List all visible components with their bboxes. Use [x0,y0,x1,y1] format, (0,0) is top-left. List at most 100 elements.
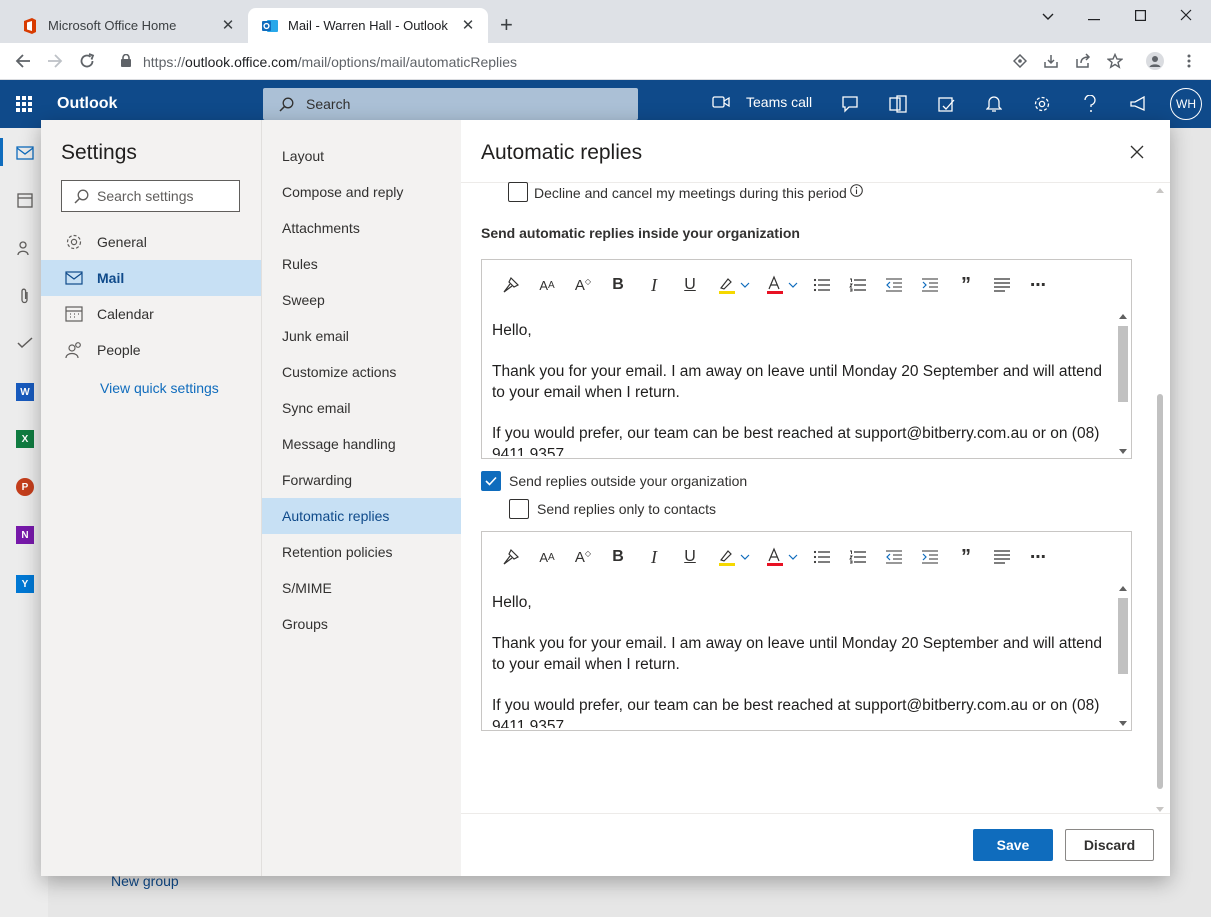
decrease-indent-icon[interactable] [884,274,904,296]
editor-scrollbar[interactable] [1115,582,1130,730]
megaphone-icon[interactable] [1128,94,1148,114]
todo-rail-icon[interactable] [16,334,34,352]
powerpoint-rail-icon[interactable]: P [16,478,34,496]
back-arrow-icon[interactable] [13,51,33,71]
close-icon[interactable] [1127,142,1147,162]
teams-call-button[interactable]: Teams call [712,94,812,110]
forward-arrow-icon[interactable] [45,51,65,71]
excel-rail-icon[interactable]: X [16,430,34,448]
subsection-attachments[interactable]: Attachments [262,210,461,246]
view-quick-settings-link[interactable]: View quick settings [100,380,219,396]
category-mail[interactable]: Mail [41,260,261,296]
contacts-only-checkbox[interactable] [509,499,529,519]
highlight-icon[interactable] [716,546,754,568]
format-painter-icon[interactable] [500,546,522,568]
scroll-up-arrow-icon[interactable] [1156,188,1164,193]
highlight-icon[interactable] [716,274,754,296]
settings-search-input[interactable]: Search settings [61,180,240,212]
my-day-icon[interactable] [936,94,956,114]
subsection-retention-policies[interactable]: Retention policies [262,534,461,570]
decline-meetings-checkbox[interactable] [508,182,528,202]
subsection-sweep[interactable]: Sweep [262,282,461,318]
app-launcher-icon[interactable] [16,96,32,112]
attach-rail-icon[interactable] [16,287,34,305]
browser-tab-office-home[interactable]: Microsoft Office Home ✕ [8,8,248,43]
bold-icon[interactable]: B [608,546,628,568]
install-app-icon[interactable] [1011,52,1029,70]
scroll-thumb[interactable] [1157,394,1163,789]
bookmark-star-icon[interactable] [1106,52,1124,70]
category-people[interactable]: People [41,332,261,368]
quote-icon[interactable]: ” [956,546,976,568]
font-color-icon[interactable] [764,274,802,296]
download-icon[interactable] [1042,52,1060,70]
subsection-sync-email[interactable]: Sync email [262,390,461,426]
office-app-icon[interactable] [888,94,908,114]
gear-icon[interactable] [1032,94,1052,114]
info-icon[interactable] [850,184,863,197]
close-tab-icon[interactable]: ✕ [220,17,236,34]
minimize-icon[interactable] [1084,6,1104,26]
numbering-icon[interactable] [848,546,868,568]
font-size-icon[interactable]: A ◇ [572,546,594,568]
save-button[interactable]: Save [973,829,1053,861]
discard-button[interactable]: Discard [1065,829,1154,861]
more-options-icon[interactable]: ⋯ [1028,274,1048,296]
avatar[interactable]: WH [1170,88,1202,120]
scroll-down-arrow-icon[interactable] [1119,721,1127,726]
send-outside-checkbox[interactable] [481,471,501,491]
subsection-groups[interactable]: Groups [262,606,461,642]
maximize-icon[interactable] [1130,6,1150,26]
close-tab-icon[interactable]: ✕ [460,17,476,34]
subsection-customize-actions[interactable]: Customize actions [262,354,461,390]
outlook-brand[interactable]: Outlook [57,95,117,113]
numbering-icon[interactable] [848,274,868,296]
yammer-rail-icon[interactable]: Y [16,575,34,593]
subsection-junk-email[interactable]: Junk email [262,318,461,354]
browser-menu-icon[interactable] [1180,52,1198,70]
outside-message-body[interactable]: Hello, Thank you for your email. I am aw… [492,592,1112,728]
inside-message-body[interactable]: Hello, Thank you for your email. I am aw… [492,320,1112,456]
help-icon[interactable] [1080,94,1100,114]
share-icon[interactable] [1074,52,1092,70]
subsection-forwarding[interactable]: Forwarding [262,462,461,498]
subsection-automatic-replies[interactable]: Automatic replies [262,498,461,534]
font-icon[interactable]: AA [536,274,558,296]
align-icon[interactable] [992,274,1012,296]
italic-icon[interactable]: I [644,274,664,296]
mail-rail-icon[interactable] [16,144,34,162]
bullets-icon[interactable] [812,546,832,568]
underline-icon[interactable]: U [680,546,700,568]
more-options-icon[interactable]: ⋯ [1028,546,1048,568]
category-general[interactable]: General [41,224,261,260]
profile-icon[interactable] [1146,52,1164,70]
font-icon[interactable]: AA [536,546,558,568]
browser-tab-outlook[interactable]: Mail - Warren Hall - Outlook ✕ [248,8,488,43]
format-painter-icon[interactable] [500,274,522,296]
subsection-smime[interactable]: S/MIME [262,570,461,606]
bullets-icon[interactable] [812,274,832,296]
underline-icon[interactable]: U [680,274,700,296]
scroll-up-arrow-icon[interactable] [1119,314,1127,319]
mail-search-input[interactable]: Search [263,88,638,120]
editor-scrollbar[interactable] [1115,310,1130,458]
align-icon[interactable] [992,546,1012,568]
new-tab-icon[interactable]: + [500,14,513,36]
scroll-thumb[interactable] [1118,326,1128,402]
address-bar[interactable]: https://outlook.office.com/mail/options/… [113,48,1133,75]
bell-icon[interactable] [984,94,1004,114]
calendar-rail-icon[interactable] [16,191,34,209]
scroll-down-arrow-icon[interactable] [1156,807,1164,812]
increase-indent-icon[interactable] [920,546,940,568]
font-color-icon[interactable] [764,546,802,568]
italic-icon[interactable]: I [644,546,664,568]
scroll-thumb[interactable] [1118,598,1128,674]
increase-indent-icon[interactable] [920,274,940,296]
subsection-rules[interactable]: Rules [262,246,461,282]
decrease-indent-icon[interactable] [884,546,904,568]
chat-icon[interactable] [840,94,860,114]
window-close-icon[interactable] [1176,6,1196,26]
panel-scrollbar[interactable] [1154,184,1166,812]
subsection-message-handling[interactable]: Message handling [262,426,461,462]
bold-icon[interactable]: B [608,274,628,296]
